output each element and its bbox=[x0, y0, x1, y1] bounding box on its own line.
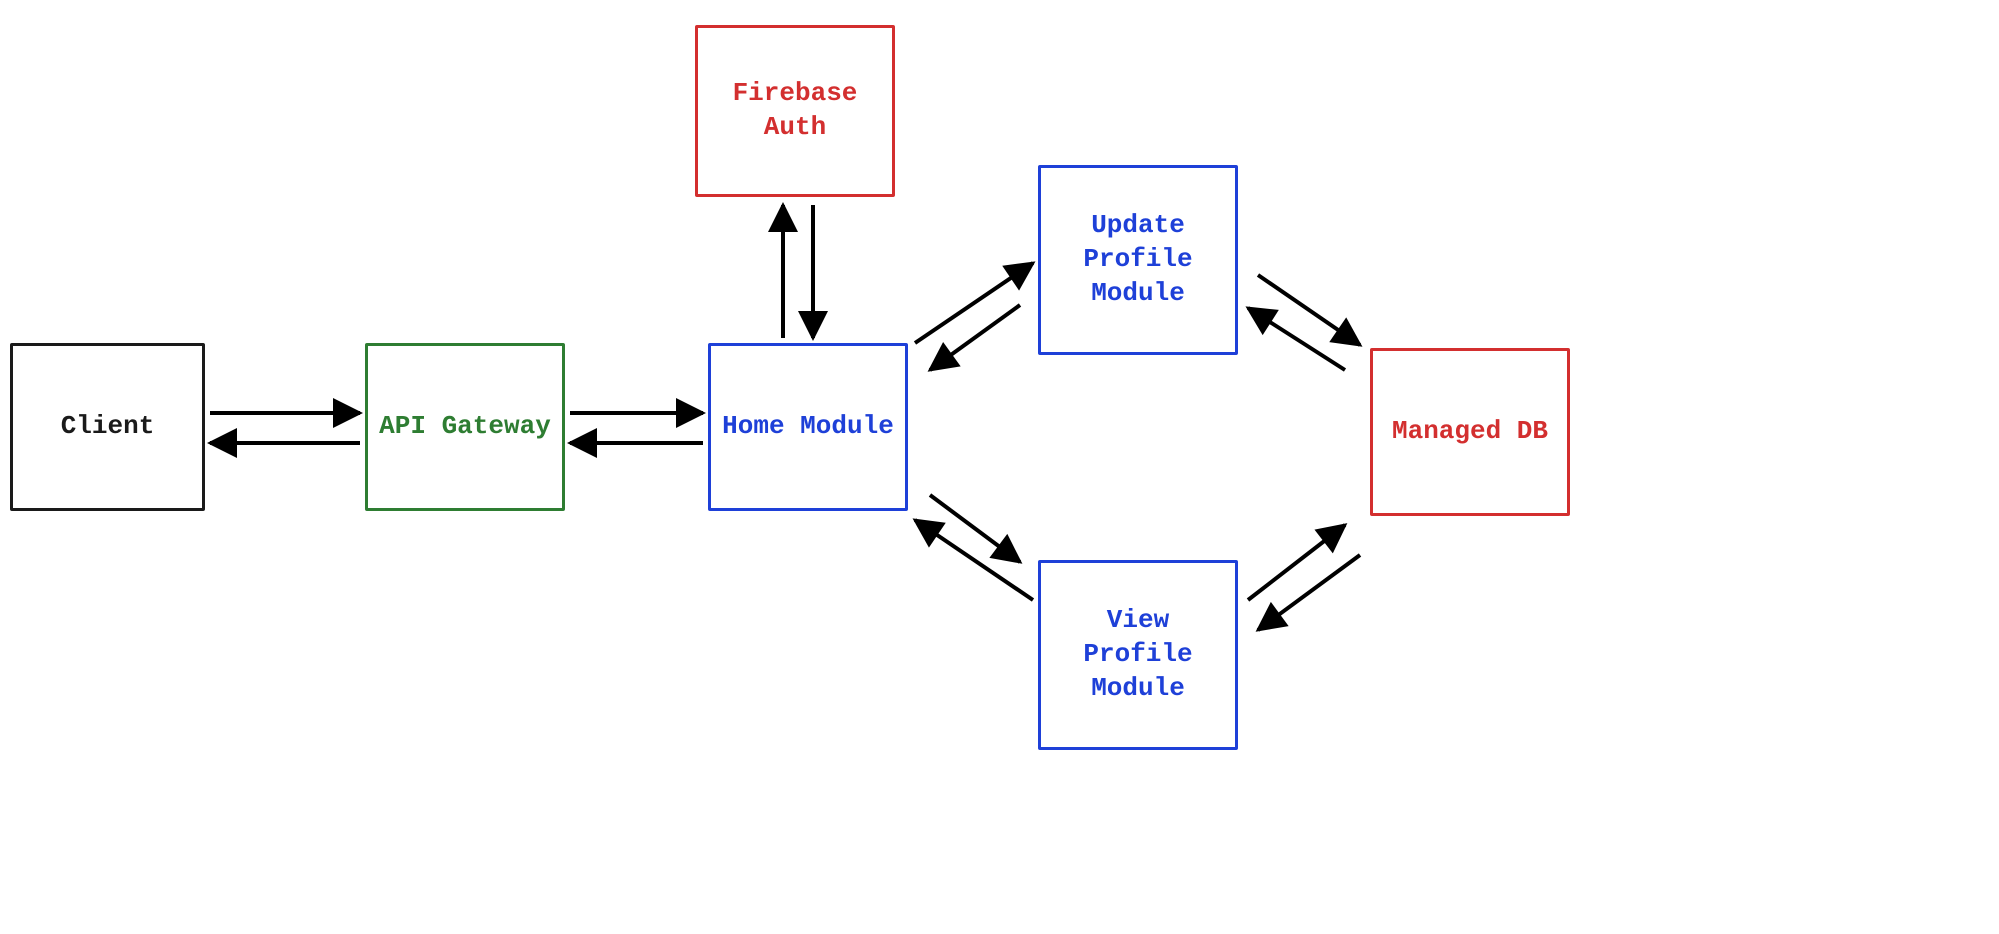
node-view-profile: View Profile Module bbox=[1038, 560, 1238, 750]
node-client: Client bbox=[10, 343, 205, 511]
edge-update-db bbox=[1248, 275, 1360, 370]
node-update-profile-label: Update Profile Module bbox=[1083, 209, 1192, 310]
edge-home-view bbox=[915, 495, 1033, 600]
node-managed-db: Managed DB bbox=[1370, 348, 1570, 516]
edge-view-db bbox=[1248, 525, 1360, 630]
node-view-profile-label: View Profile Module bbox=[1083, 604, 1192, 705]
node-home-module: Home Module bbox=[708, 343, 908, 511]
edge-client-api bbox=[210, 413, 360, 443]
node-home-module-label: Home Module bbox=[722, 410, 894, 444]
node-update-profile: Update Profile Module bbox=[1038, 165, 1238, 355]
edge-api-home bbox=[570, 413, 703, 443]
node-api-gateway: API Gateway bbox=[365, 343, 565, 511]
arrows-layer bbox=[0, 0, 1999, 934]
node-client-label: Client bbox=[61, 410, 155, 444]
node-api-gateway-label: API Gateway bbox=[379, 410, 551, 444]
node-managed-db-label: Managed DB bbox=[1392, 415, 1548, 449]
edge-home-update bbox=[915, 263, 1033, 370]
node-firebase-auth: Firebase Auth bbox=[695, 25, 895, 197]
edge-home-firebase bbox=[783, 205, 813, 338]
node-firebase-auth-label: Firebase Auth bbox=[733, 77, 858, 145]
diagram-canvas: Client API Gateway Firebase Auth Home Mo… bbox=[0, 0, 1999, 934]
